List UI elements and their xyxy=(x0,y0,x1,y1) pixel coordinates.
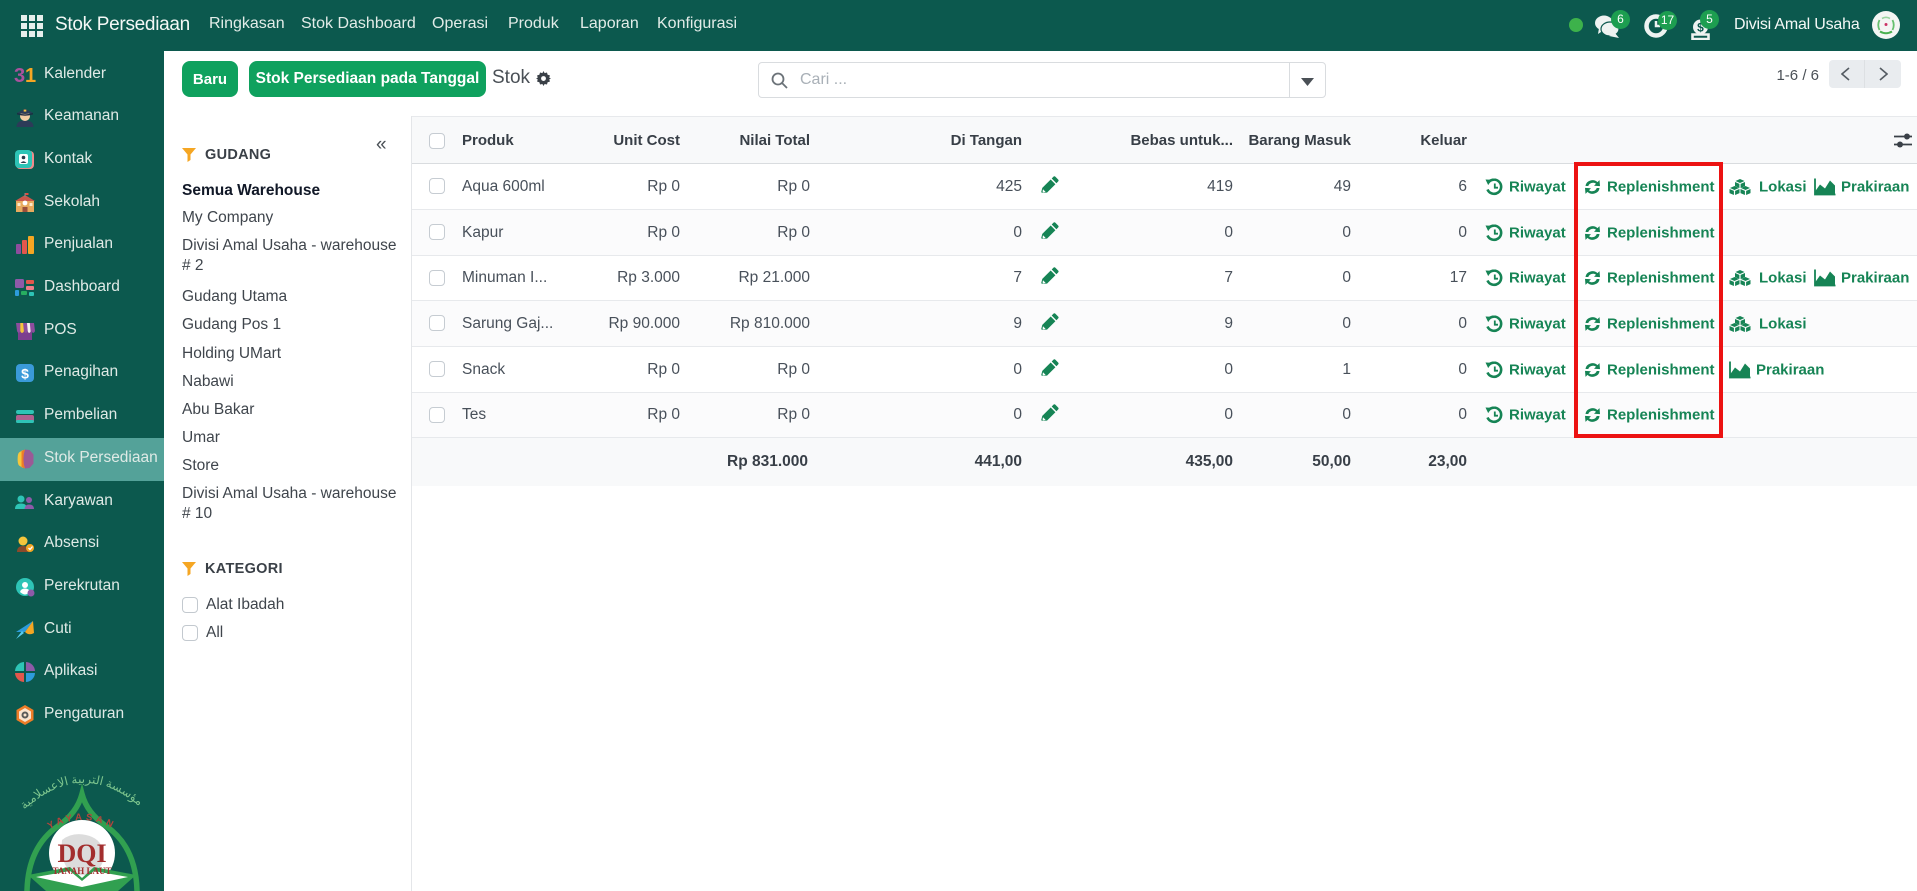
svg-text:TANAH LAUT: TANAH LAUT xyxy=(52,866,111,876)
svg-text:3: 3 xyxy=(14,65,25,86)
svg-text:DQI: DQI xyxy=(57,839,106,868)
svg-text:$: $ xyxy=(21,366,29,382)
svg-text:1: 1 xyxy=(25,65,36,86)
